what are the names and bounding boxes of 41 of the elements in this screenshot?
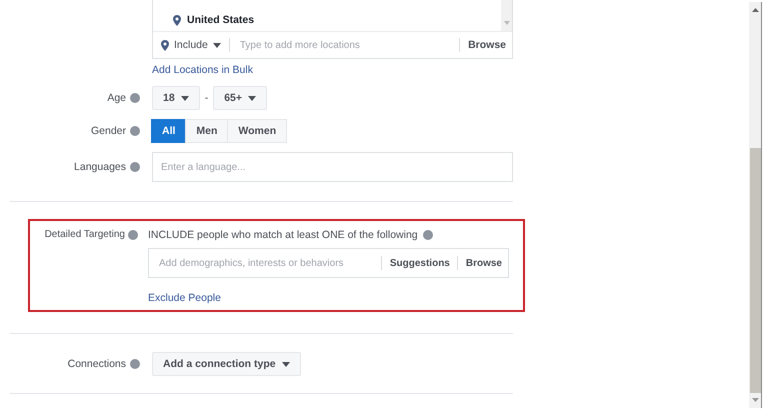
language-input[interactable]: Enter a language...: [152, 152, 513, 182]
location-pin-icon: [173, 14, 181, 26]
include-heading: INCLUDE people who match at least ONE of the following: [148, 229, 418, 241]
info-icon: [130, 162, 140, 172]
caret-icon: [282, 362, 290, 366]
detailed-targeting-label: Detailed Targeting: [44, 229, 125, 240]
suggestions-button[interactable]: Suggestions: [380, 256, 450, 270]
location-name: United States: [187, 14, 254, 26]
browse-button[interactable]: Browse: [456, 256, 502, 270]
down-arrow-icon[interactable]: [752, 398, 758, 402]
info-icon: [130, 359, 140, 369]
add-locations-bulk-link[interactable]: Add Locations in Bulk: [152, 64, 253, 76]
caret-icon: [248, 96, 256, 100]
location-input[interactable]: Type to add more locations: [238, 38, 460, 52]
up-arrow-icon[interactable]: [752, 8, 758, 12]
info-icon: [130, 126, 140, 136]
info-icon: [130, 93, 140, 103]
age-label: Age: [107, 92, 126, 104]
location-pin-icon: [161, 40, 169, 50]
down-arrow-icon[interactable]: [504, 21, 510, 25]
browse-button[interactable]: Browse: [459, 38, 506, 52]
languages-label: Languages: [74, 161, 126, 173]
gender-option[interactable]: Women: [227, 119, 288, 143]
age-min-dropdown[interactable]: 18: [152, 86, 200, 110]
caret-icon: [180, 96, 189, 100]
info-icon: [128, 230, 138, 240]
gender-label: Gender: [90, 125, 126, 137]
info-icon: [422, 230, 433, 240]
exclude-people-link[interactable]: Exclude People: [148, 292, 221, 304]
scrollbar[interactable]: [749, 2, 762, 408]
range-separator: -: [204, 92, 208, 104]
scrollbar-thumb[interactable]: [750, 148, 760, 392]
caret-icon: [212, 42, 221, 48]
targeting-field[interactable]: Add demographics, interests or behaviors Suggestions Browse: [148, 248, 509, 278]
gender-option[interactable]: Men: [185, 119, 228, 143]
gender-option[interactable]: All: [151, 119, 186, 143]
connection-type-dropdown[interactable]: Add a connection type: [152, 352, 301, 376]
scrollbar-track[interactable]: [501, 0, 512, 31]
connections-label: Connections: [68, 358, 126, 370]
include-dropdown[interactable]: Include: [161, 38, 230, 52]
age-max-dropdown[interactable]: 65+: [213, 86, 267, 110]
